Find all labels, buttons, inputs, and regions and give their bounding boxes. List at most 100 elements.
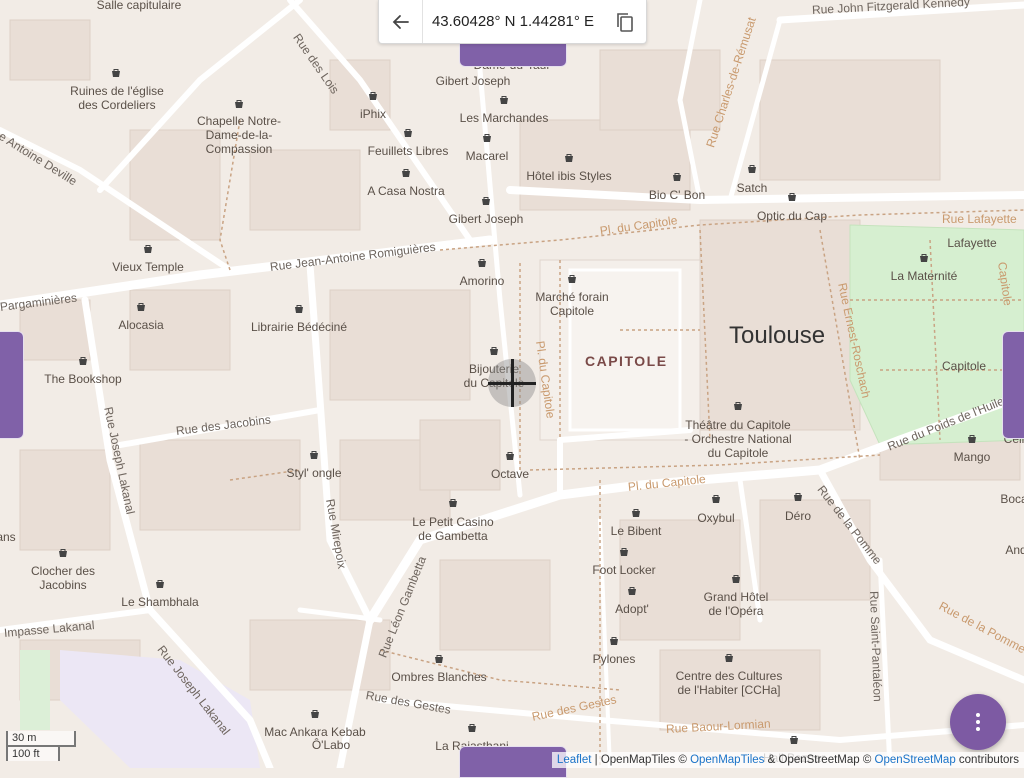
poi-label-la-maternite[interactable]: La Maternité xyxy=(891,269,958,283)
poi-label-and[interactable]: And xyxy=(1005,543,1024,557)
poi-label-le-shambhala[interactable]: Le Shambhala xyxy=(121,595,198,609)
poi-label-dero[interactable]: Déro xyxy=(785,509,811,523)
city-label: Toulouse xyxy=(729,322,826,349)
poi-marker-icon[interactable] xyxy=(567,271,577,283)
poi-marker-icon[interactable] xyxy=(448,495,458,507)
poi-label-grand-hotel[interactable]: Grand Hôtel de l'Opéra xyxy=(704,590,769,618)
poi-marker-icon[interactable] xyxy=(789,732,799,744)
poi-label-marche-forain[interactable]: Marché forain Capitole xyxy=(535,290,608,318)
poi-marker-icon[interactable] xyxy=(793,489,803,501)
poi-label-boca[interactable]: Boca xyxy=(1000,492,1024,506)
poi-label-adopt[interactable]: Adopt' xyxy=(615,602,649,616)
attribution-suffix: contributors xyxy=(955,754,1019,766)
poi-marker-icon[interactable] xyxy=(724,650,734,662)
poi-marker-icon[interactable] xyxy=(919,250,929,262)
poi-label-iphix[interactable]: iPhix xyxy=(360,107,386,121)
poi-label-octave[interactable]: Octave xyxy=(491,467,529,481)
poi-marker-icon[interactable] xyxy=(482,130,492,142)
top-panel-tab[interactable] xyxy=(459,40,567,67)
left-panel-tab[interactable] xyxy=(0,331,24,439)
poi-marker-icon[interactable] xyxy=(609,633,619,645)
poi-label-o-labo[interactable]: Ô'Labo xyxy=(312,738,350,752)
poi-label-clocher[interactable]: Clocher des Jacobins xyxy=(31,564,95,592)
poi-marker-icon[interactable] xyxy=(155,576,165,588)
poi-label-vieux-temple[interactable]: Vieux Temple xyxy=(112,260,184,274)
more-options-button[interactable] xyxy=(950,694,1006,750)
poi-marker-icon[interactable] xyxy=(489,343,499,355)
poi-marker-icon[interactable] xyxy=(477,255,487,267)
poi-marker-icon[interactable] xyxy=(564,150,574,162)
poi-marker-icon[interactable] xyxy=(403,125,413,137)
poi-marker-icon[interactable] xyxy=(58,545,68,557)
poi-marker-icon[interactable] xyxy=(434,651,444,663)
poi-marker-icon[interactable] xyxy=(631,505,641,517)
poi-label-optic-du-cap[interactable]: Optic du Cap xyxy=(757,209,827,223)
poi-marker-icon[interactable] xyxy=(787,189,797,201)
openmaptiles-link[interactable]: OpenMapTiles xyxy=(690,754,764,766)
right-panel-tab[interactable] xyxy=(1002,331,1024,439)
poi-marker-icon[interactable] xyxy=(309,447,319,459)
poi-label-librairie-bedecine[interactable]: Librairie Bédéciné xyxy=(251,320,347,334)
bottom-panel-tab[interactable] xyxy=(459,746,567,778)
poi-marker-icon[interactable] xyxy=(733,398,743,410)
poi-marker-icon[interactable] xyxy=(619,544,629,556)
poi-label-satch[interactable]: Satch xyxy=(737,181,768,195)
poi-label-le-petit-casino[interactable]: Le Petit Casino de Gambetta xyxy=(412,515,493,543)
copy-button[interactable] xyxy=(603,0,646,43)
poi-label-foot-locker[interactable]: Foot Locker xyxy=(592,563,655,577)
poi-label-theatre[interactable]: Théâtre du Capitole - Orchestre National… xyxy=(684,418,791,460)
poi-label-le-bibent[interactable]: Le Bibent xyxy=(611,524,662,538)
poi-marker-icon[interactable] xyxy=(967,431,977,443)
poi-label-styl-ongle[interactable]: Styl' ongle xyxy=(287,466,342,480)
poi-label-amorino[interactable]: Amorino xyxy=(460,274,505,288)
poi-marker-icon[interactable] xyxy=(310,706,320,718)
poi-label-gibert-joseph-2[interactable]: Gibert Joseph xyxy=(449,212,524,226)
poi-label-oxybul[interactable]: Oxybul xyxy=(697,511,734,525)
coordinates-text: 43.60428° N 1.44281° E xyxy=(431,13,595,30)
coordinate-bar: 43.60428° N 1.44281° E xyxy=(378,0,647,44)
poi-marker-icon[interactable] xyxy=(499,92,509,104)
poi-marker-icon[interactable] xyxy=(136,299,146,311)
poi-marker-icon[interactable] xyxy=(747,161,757,173)
back-button[interactable] xyxy=(379,0,423,43)
poi-label-alocasia[interactable]: Alocasia xyxy=(118,318,163,332)
poi-marker-icon[interactable] xyxy=(481,193,491,205)
poi-label-chapelle[interactable]: Chapelle Notre- Dame-de-la- Compassion xyxy=(197,114,281,156)
openstreetmap-link[interactable]: OpenStreetMap xyxy=(875,754,956,766)
poi-marker-icon[interactable] xyxy=(711,491,721,503)
poi-label-bio-c-bon[interactable]: Bio C' Bon xyxy=(649,188,705,202)
poi-marker-icon[interactable] xyxy=(143,241,153,253)
poi-marker-icon[interactable] xyxy=(401,165,411,177)
poi-label-gibert-joseph-1[interactable]: Gibert Joseph xyxy=(436,74,511,88)
poi-marker-icon[interactable] xyxy=(627,583,637,595)
copy-icon xyxy=(616,12,633,32)
poi-label-pylones[interactable]: Pylones xyxy=(593,652,636,666)
poi-label-a-casa-nostra[interactable]: A Casa Nostra xyxy=(367,184,444,198)
poi-label-centre-cultures[interactable]: Centre des Cultures de l'Habiter [CCHa] xyxy=(676,669,783,697)
more-vertical-icon xyxy=(976,713,980,731)
poi-marker-icon[interactable] xyxy=(111,65,121,77)
poi-label-capitole[interactable]: Capitole xyxy=(942,359,986,373)
poi-label-feuillets[interactable]: Feuillets Libres xyxy=(368,144,449,158)
poi-label-macarel[interactable]: Macarel xyxy=(466,149,509,163)
poi-label-salle-capitulaire[interactable]: Salle capitulaire xyxy=(97,0,182,12)
leaflet-link[interactable]: Leaflet xyxy=(557,754,592,766)
poi-marker-icon[interactable] xyxy=(294,301,304,313)
poi-label-les-marchandes[interactable]: Les Marchandes xyxy=(460,111,549,125)
poi-marker-icon[interactable] xyxy=(672,169,682,181)
poi-marker-icon[interactable] xyxy=(731,571,741,583)
poi-label-hotel-ibis[interactable]: Hôtel ibis Styles xyxy=(526,169,611,183)
poi-marker-icon[interactable] xyxy=(234,96,244,108)
poi-marker-icon[interactable] xyxy=(78,353,88,365)
scale-bar: 30 m 100 ft xyxy=(6,731,76,761)
poi-label-mango[interactable]: Mango xyxy=(954,450,991,464)
poi-label-ombres-blanches[interactable]: Ombres Blanches xyxy=(391,670,486,684)
poi-label-ans[interactable]: ans xyxy=(0,530,16,544)
poi-marker-icon[interactable] xyxy=(368,88,378,100)
poi-label-ruines-eglise[interactable]: Ruines de l'église des Cordeliers xyxy=(70,84,164,112)
poi-label-the-bookshop[interactable]: The Bookshop xyxy=(44,372,121,386)
poi-label-lafayette[interactable]: Lafayette xyxy=(947,236,996,250)
poi-label-mac-ankara[interactable]: Mac Ankara Kebab xyxy=(264,725,365,739)
poi-marker-icon[interactable] xyxy=(505,448,515,460)
poi-marker-icon[interactable] xyxy=(467,720,477,732)
